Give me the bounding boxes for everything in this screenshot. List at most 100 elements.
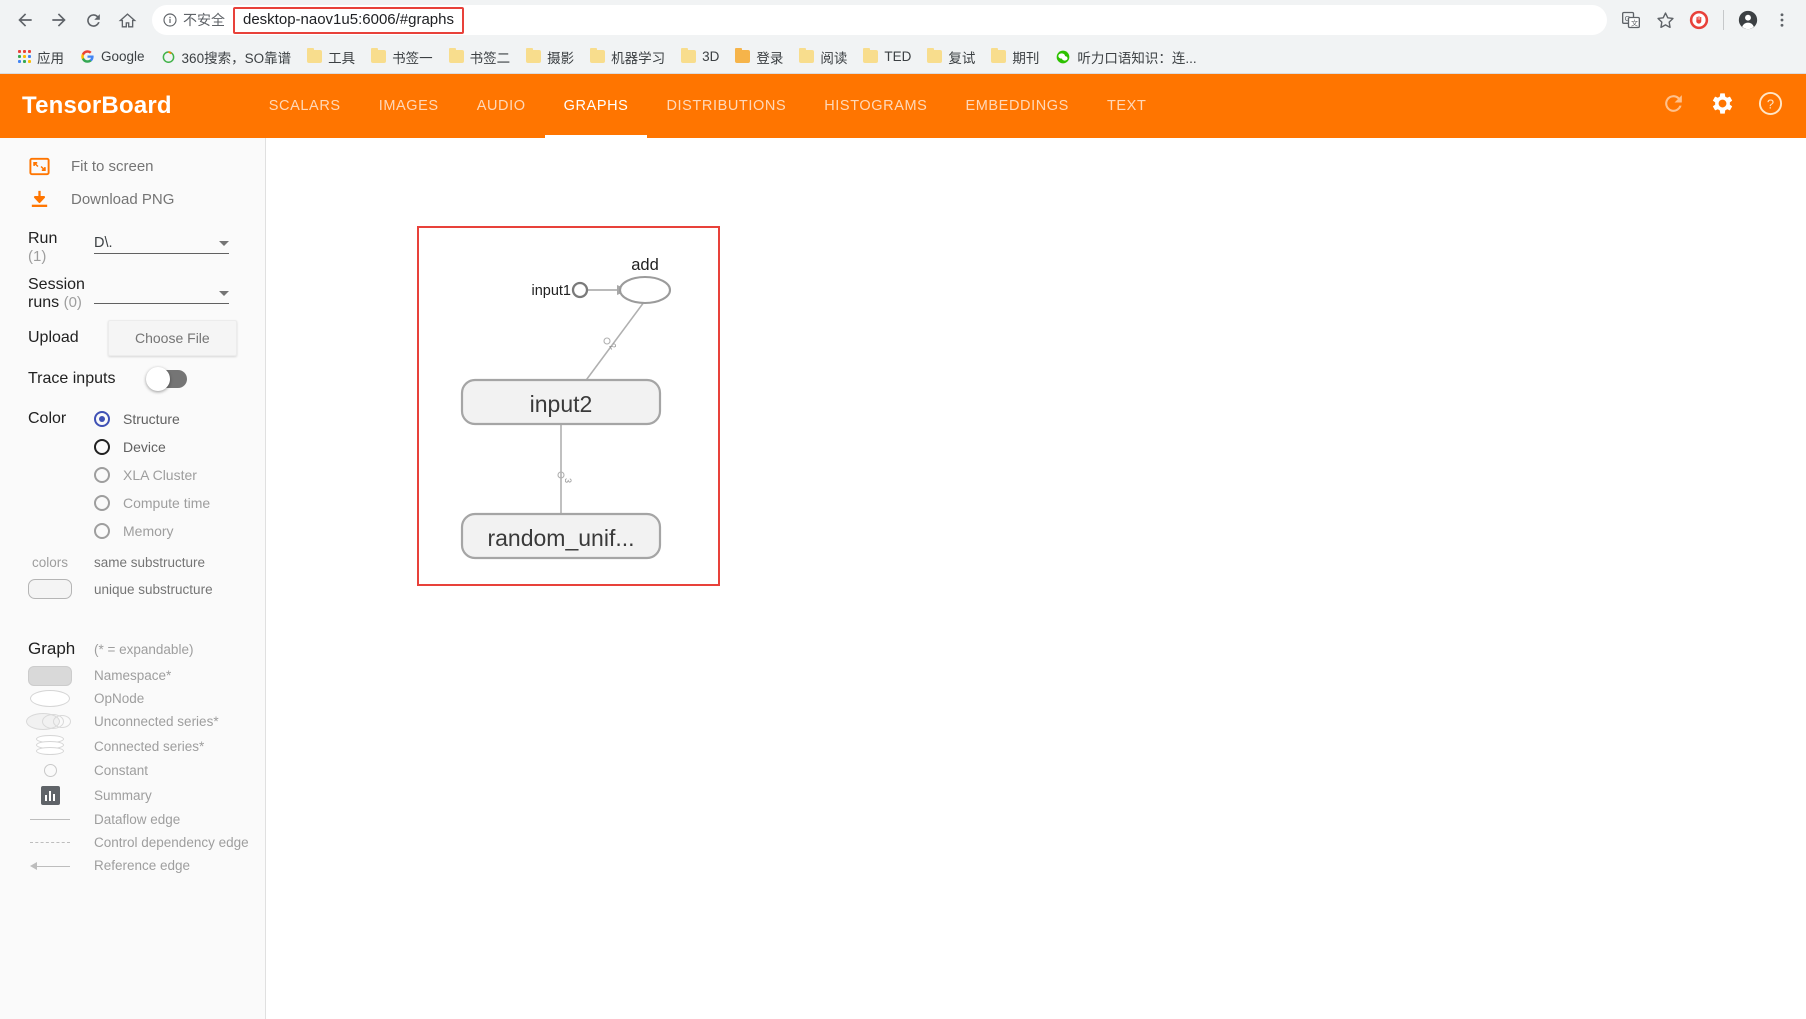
tab-audio[interactable]: AUDIO bbox=[458, 74, 545, 138]
namespace-shape-icon bbox=[24, 665, 76, 686]
bookmark-photography[interactable]: 摄影 bbox=[518, 44, 582, 70]
graph-svg[interactable]: 3 2 input1 add input2 random_unif... bbox=[419, 228, 717, 583]
reload-button[interactable] bbox=[76, 3, 110, 37]
bookmark-label: 期刊 bbox=[1012, 50, 1040, 66]
bookmark-ted[interactable]: TED bbox=[855, 46, 919, 67]
chrome-menu-icon[interactable] bbox=[1766, 4, 1798, 36]
bookmark-star-icon[interactable] bbox=[1649, 4, 1681, 36]
tensorboard-logo[interactable]: TensorBoard bbox=[22, 92, 172, 120]
tab-histograms[interactable]: HISTOGRAMS bbox=[805, 74, 946, 138]
back-button[interactable] bbox=[8, 3, 42, 37]
bookmark-label: 3D bbox=[702, 49, 720, 64]
graph-controls-sidebar: Fit to screen Download PNG Run (1) D\. S… bbox=[0, 138, 266, 1019]
color-option-label: Structure bbox=[123, 411, 180, 427]
color-option-device[interactable]: Device bbox=[0, 433, 265, 461]
bookmark-label: 应用 bbox=[37, 50, 64, 66]
color-option-structure[interactable]: Color Structure bbox=[0, 405, 265, 433]
bookmark-label: 摄影 bbox=[547, 50, 575, 66]
radio-icon[interactable] bbox=[94, 411, 110, 427]
session-runs-label-line1: Session bbox=[28, 276, 85, 293]
graph-node-label: add bbox=[631, 256, 659, 274]
radio-icon[interactable] bbox=[94, 523, 110, 539]
radio-icon[interactable] bbox=[94, 495, 110, 511]
bookmark-google[interactable]: Google bbox=[72, 46, 153, 67]
bookmark-login[interactable]: 登录 bbox=[727, 44, 791, 70]
legend-item-unconnected-series: Unconnected series* bbox=[0, 710, 265, 733]
bookmark-fushi[interactable]: 复试 bbox=[919, 44, 983, 70]
bookmark-3d[interactable]: 3D bbox=[673, 46, 727, 67]
bookmarks-bar: 应用 Google 360搜索，SO靠谱 工具 书签一 书签二 摄影 机器学习 … bbox=[0, 40, 1806, 74]
tensorboard-header: TensorBoard SCALARS IMAGES AUDIO GRAPHS … bbox=[0, 74, 1806, 138]
same-substructure-label: same substructure bbox=[94, 555, 206, 570]
bookmark-shuqian-2[interactable]: 书签二 bbox=[441, 44, 519, 70]
trace-inputs-toggle[interactable] bbox=[146, 366, 187, 391]
radio-icon[interactable] bbox=[94, 439, 110, 455]
session-runs-select[interactable] bbox=[94, 280, 229, 304]
download-png-button[interactable]: Download PNG bbox=[0, 183, 265, 216]
fit-to-screen-button[interactable]: Fit to screen bbox=[0, 150, 265, 183]
so360-icon bbox=[162, 51, 174, 63]
upload-label: Upload bbox=[28, 329, 79, 346]
tab-text[interactable]: TEXT bbox=[1088, 74, 1165, 138]
run-select[interactable]: D\. bbox=[94, 230, 229, 254]
security-chip[interactable]: 不安全 bbox=[162, 10, 231, 30]
tab-distributions[interactable]: DISTRIBUTIONS bbox=[647, 74, 805, 138]
run-label: Run (1) bbox=[28, 230, 94, 266]
forward-button[interactable] bbox=[42, 3, 76, 37]
tab-embeddings[interactable]: EMBEDDINGS bbox=[946, 74, 1088, 138]
choose-file-button[interactable]: Choose File bbox=[108, 320, 237, 356]
tab-images[interactable]: IMAGES bbox=[360, 74, 458, 138]
address-bar[interactable]: 不安全 desktop-naov1u5:6006/#graphs bbox=[152, 5, 1607, 35]
home-button[interactable] bbox=[110, 3, 144, 37]
folder-icon bbox=[927, 48, 943, 63]
refresh-icon[interactable] bbox=[1661, 91, 1686, 121]
bookmark-shuqian-1[interactable]: 书签一 bbox=[363, 44, 441, 70]
color-option-compute-time[interactable]: Compute time bbox=[0, 489, 265, 517]
url-highlight-box[interactable]: desktop-naov1u5:6006/#graphs bbox=[233, 6, 464, 34]
color-option-label: Device bbox=[123, 439, 166, 455]
bookmark-tools[interactable]: 工具 bbox=[299, 44, 363, 70]
color-option-xla-cluster[interactable]: XLA Cluster bbox=[0, 461, 265, 489]
graph-node-input1[interactable]: input1 bbox=[531, 281, 589, 299]
graph-canvas[interactable]: 3 2 input1 add input2 random_unif... bbox=[266, 138, 1806, 1019]
profile-avatar-icon[interactable] bbox=[1732, 4, 1764, 36]
settings-gear-icon[interactable] bbox=[1708, 90, 1735, 122]
connected-series-shape-icon bbox=[24, 735, 76, 757]
bookmark-label: 听力口语知识：连... bbox=[1077, 50, 1197, 66]
tab-graphs[interactable]: GRAPHS bbox=[544, 74, 648, 138]
info-circle-icon bbox=[163, 13, 177, 27]
trace-inputs-label: Trace inputs bbox=[28, 369, 116, 387]
graph-node-label: input2 bbox=[530, 391, 593, 417]
tab-scalars[interactable]: SCALARS bbox=[250, 74, 360, 138]
legend-item-connected-series: Connected series* bbox=[0, 733, 265, 759]
graph-legend-header: Graph (* = expandable) bbox=[0, 634, 265, 664]
bookmark-label: 阅读 bbox=[820, 50, 848, 66]
translate-icon[interactable]: G 文 bbox=[1615, 4, 1647, 36]
color-label: Color bbox=[28, 410, 67, 427]
color-option-memory[interactable]: Memory bbox=[0, 517, 265, 545]
adblock-extension-icon[interactable] bbox=[1683, 4, 1715, 36]
bookmark-journal[interactable]: 期刊 bbox=[983, 44, 1047, 70]
run-label-text: Run bbox=[28, 230, 58, 247]
graph-legend-note: (* = expandable) bbox=[94, 641, 194, 657]
run-select-value: D\. bbox=[94, 235, 113, 251]
bookmark-reading[interactable]: 阅读 bbox=[791, 44, 855, 70]
graph-node-label: random_unif... bbox=[487, 525, 634, 551]
bookmark-label: 机器学习 bbox=[611, 50, 666, 66]
folder-icon bbox=[991, 48, 1007, 63]
colors-same-substructure-row: colors same substructure bbox=[0, 551, 265, 574]
graph-node-input2[interactable]: input2 bbox=[460, 378, 662, 426]
graph-node-random-uniform[interactable]: random_unif... bbox=[460, 512, 662, 560]
help-icon[interactable]: ? bbox=[1757, 90, 1784, 122]
bookmark-apps[interactable]: 应用 bbox=[10, 44, 72, 70]
legend-item-control-edge: Control dependency edge bbox=[0, 831, 265, 854]
bookmark-listening-speaking[interactable]: 听力口语知识：连... bbox=[1047, 44, 1204, 70]
run-count: (1) bbox=[28, 248, 47, 265]
bookmark-machine-learning[interactable]: 机器学习 bbox=[582, 44, 673, 70]
tensorboard-body: Fit to screen Download PNG Run (1) D\. S… bbox=[0, 138, 1806, 1019]
bookmark-360-search[interactable]: 360搜索，SO靠谱 bbox=[153, 44, 300, 70]
folder-open-icon bbox=[735, 48, 751, 63]
radio-icon[interactable] bbox=[94, 467, 110, 483]
folder-icon bbox=[307, 48, 323, 63]
graph-node-add[interactable]: add bbox=[618, 256, 672, 305]
